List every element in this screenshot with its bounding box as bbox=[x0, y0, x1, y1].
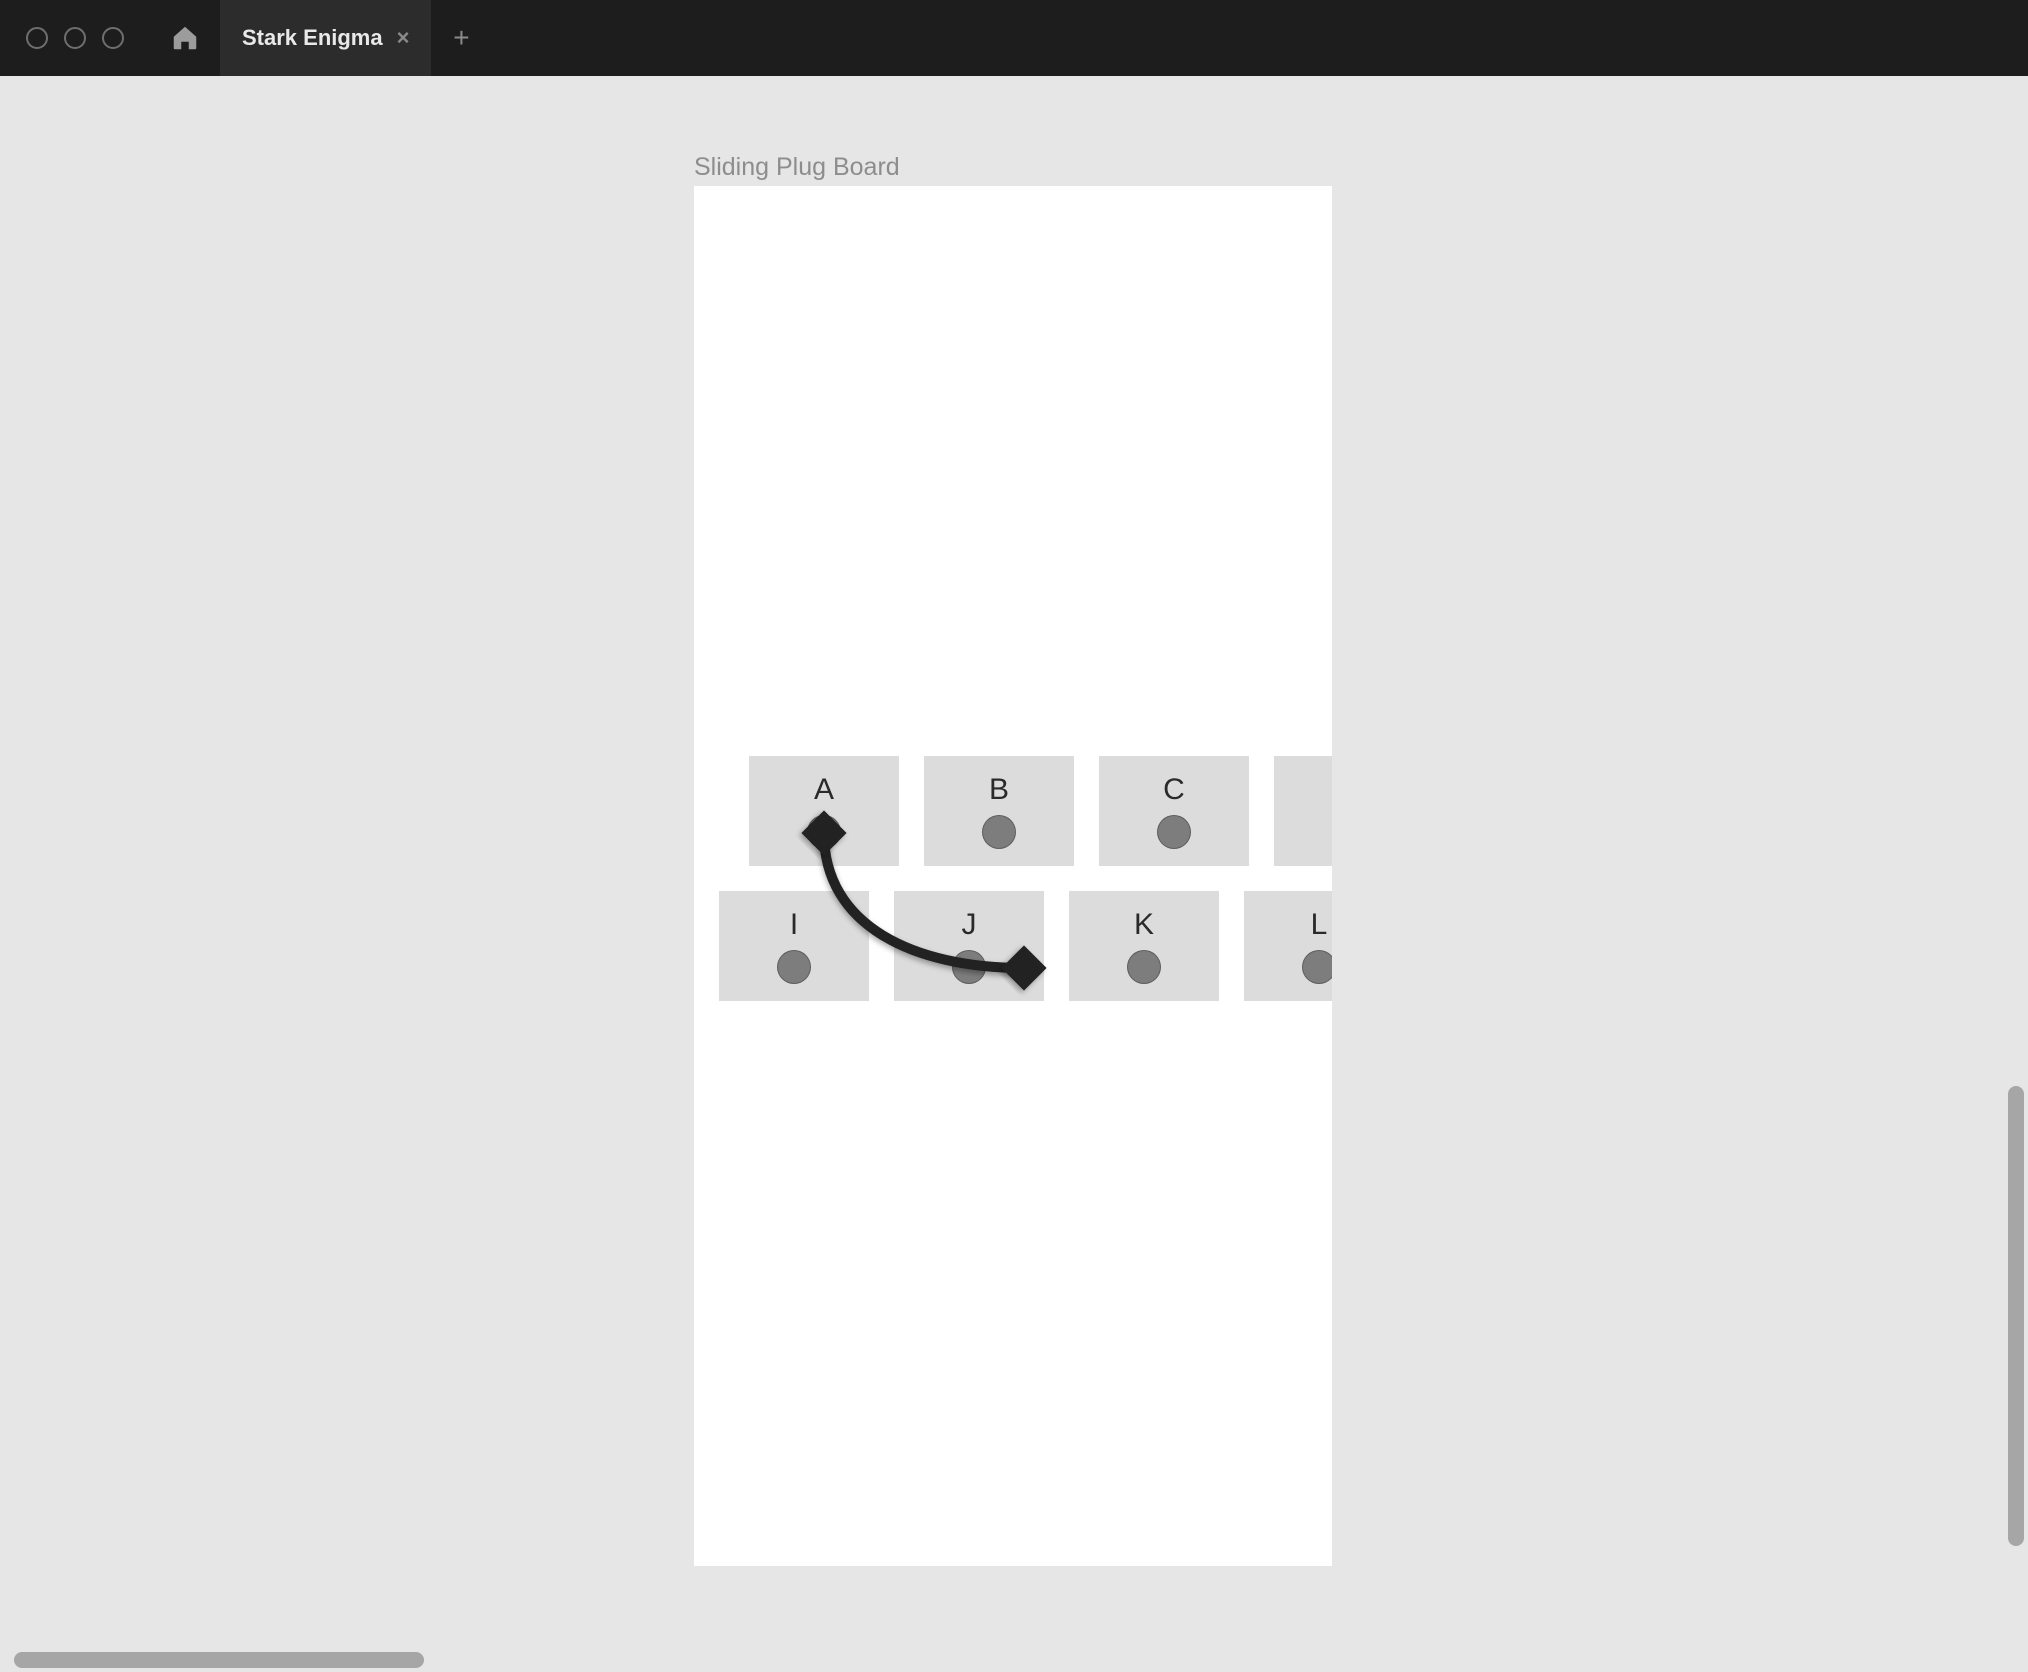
plug-label: A bbox=[814, 773, 834, 807]
plug-hole-icon bbox=[1127, 950, 1161, 984]
tabstrip: Stark Enigma × + bbox=[220, 0, 2028, 76]
plug-label: J bbox=[962, 908, 977, 942]
plug-hole-icon bbox=[982, 815, 1016, 849]
horizontal-scrollbar-thumb[interactable] bbox=[14, 1652, 424, 1668]
plug-label: L bbox=[1311, 908, 1328, 942]
plug-hole-icon bbox=[1302, 950, 1332, 984]
titlebar: Stark Enigma × + bbox=[0, 0, 2028, 76]
plug-A[interactable]: A bbox=[749, 756, 899, 866]
tab-active[interactable]: Stark Enigma × bbox=[220, 0, 431, 76]
plus-icon: + bbox=[453, 22, 469, 54]
traffic-light-zoom[interactable] bbox=[102, 27, 124, 49]
traffic-light-minimize[interactable] bbox=[64, 27, 86, 49]
plug-wire-overlay bbox=[694, 186, 1332, 1566]
workspace: Sliding Plug Board A B C D bbox=[0, 76, 2028, 1672]
plugboard-panel: A B C D bbox=[694, 186, 1332, 1566]
traffic-lights bbox=[0, 0, 150, 76]
plug-hole-icon bbox=[952, 950, 986, 984]
plug-hole-icon bbox=[807, 815, 841, 849]
traffic-light-close[interactable] bbox=[26, 27, 48, 49]
plug-D-partial[interactable]: D bbox=[1274, 756, 1332, 866]
home-button[interactable] bbox=[150, 0, 220, 76]
plugboard-row-bottom-inner: I J K L bbox=[694, 891, 1332, 1001]
panel-title: Sliding Plug Board bbox=[694, 153, 900, 182]
plug-label: B bbox=[989, 773, 1009, 807]
plug-C[interactable]: C bbox=[1099, 756, 1249, 866]
plug-label: K bbox=[1134, 908, 1154, 942]
plug-hole-icon bbox=[1157, 815, 1191, 849]
plugboard-row-bottom[interactable]: I J K L bbox=[694, 891, 1332, 1001]
vertical-scrollbar-thumb[interactable] bbox=[2008, 1086, 2024, 1546]
tab-title: Stark Enigma bbox=[242, 25, 383, 51]
plug-hole-icon bbox=[777, 950, 811, 984]
tab-close-button[interactable]: × bbox=[397, 27, 410, 49]
plugboard-row-top-inner: A B C D bbox=[749, 756, 1332, 866]
new-tab-button[interactable]: + bbox=[431, 0, 491, 76]
plug-J[interactable]: J bbox=[894, 891, 1044, 1001]
home-icon bbox=[170, 23, 200, 53]
plug-B[interactable]: B bbox=[924, 756, 1074, 866]
plugboard-row-top[interactable]: A B C D bbox=[694, 756, 1332, 866]
plug-label: C bbox=[1163, 773, 1185, 807]
plug-I[interactable]: I bbox=[719, 891, 869, 1001]
plug-L-partial[interactable]: L bbox=[1244, 891, 1332, 1001]
plug-label: I bbox=[790, 908, 798, 942]
plug-K[interactable]: K bbox=[1069, 891, 1219, 1001]
